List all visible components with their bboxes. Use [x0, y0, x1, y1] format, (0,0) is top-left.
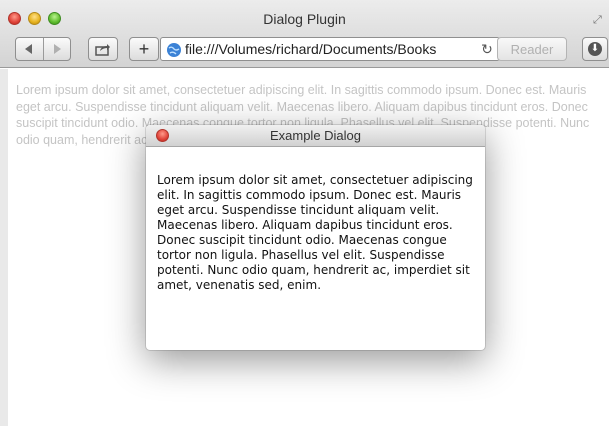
browser-window: Dialog Plugin ⤢ + file:///Volumes/richar…	[0, 0, 609, 426]
address-text[interactable]: file:///Volumes/richard/Documents/Books	[185, 41, 436, 57]
window-title: Dialog Plugin	[263, 11, 346, 27]
reload-icon[interactable]: ↻	[478, 40, 496, 58]
download-icon: ⬇	[588, 42, 602, 56]
new-tab-button[interactable]: +	[129, 37, 159, 61]
address-bar[interactable]: file:///Volumes/richard/Documents/Books …	[160, 37, 500, 61]
fullscreen-icon[interactable]: ⤢	[593, 14, 605, 26]
dialog-title: Example Dialog	[269, 128, 362, 143]
globe-icon	[167, 43, 181, 57]
new-tab-label: +	[138, 38, 150, 59]
back-arrow-icon	[25, 44, 33, 54]
dialog-titlebar[interactable]: Example Dialog	[146, 125, 485, 147]
downloads-button[interactable]: ⬇	[582, 37, 608, 61]
back-button[interactable]	[16, 38, 43, 60]
dialog-body-text: Lorem ipsum dolor sit amet, consectetuer…	[157, 173, 473, 292]
example-dialog: Example Dialog Lorem ipsum dolor sit ame…	[146, 125, 485, 350]
forward-button[interactable]	[42, 38, 70, 60]
back-forward-group	[15, 37, 71, 61]
reader-button[interactable]: Reader	[497, 37, 567, 61]
share-button[interactable]	[88, 37, 118, 61]
share-icon	[95, 43, 110, 56]
forward-arrow-icon	[53, 44, 61, 54]
browser-toolbar: Dialog Plugin ⤢ + file:///Volumes/richar…	[0, 0, 609, 68]
